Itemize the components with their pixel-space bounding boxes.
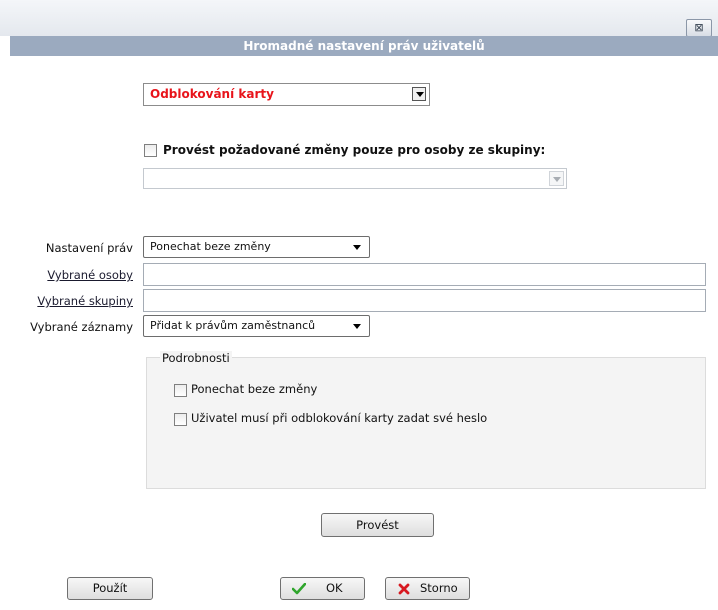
selected-groups-link[interactable]: Vybrané skupiny: [0, 294, 133, 308]
chevron-down-icon[interactable]: [412, 87, 426, 101]
records-select[interactable]: Přidat k právům zaměstnanců: [143, 315, 370, 337]
action-select[interactable]: Odblokování karty: [143, 83, 430, 106]
selected-persons-field[interactable]: [143, 263, 706, 286]
keep-unchanged-label: Ponechat beze změny: [191, 382, 318, 396]
cross-icon: [398, 583, 410, 595]
chevron-down-icon[interactable]: [353, 324, 361, 329]
details-group-title: Podrobnosti: [160, 351, 232, 365]
selected-persons-link[interactable]: Vybrané osoby: [0, 268, 133, 282]
details-group: Podrobnosti Ponechat beze změny Uživatel…: [146, 351, 706, 489]
cancel-button[interactable]: Storno: [385, 577, 470, 600]
records-select-value: Přidat k právům zaměstnanců: [150, 319, 316, 332]
selected-groups-field[interactable]: [143, 289, 706, 312]
ok-button[interactable]: OK: [280, 577, 365, 600]
window-header-strip: [0, 0, 718, 36]
apply-button[interactable]: Použít: [67, 577, 153, 600]
apply-button-label: Použít: [92, 581, 128, 595]
ok-button-label: OK: [326, 581, 343, 595]
execute-button[interactable]: Provést: [321, 513, 434, 537]
action-select-value: Odblokování karty: [150, 87, 274, 101]
group-restriction-label: Provést požadované změny pouze pro osoby…: [163, 143, 546, 157]
group-select[interactable]: [143, 168, 567, 189]
chevron-down-icon[interactable]: [353, 245, 361, 250]
close-icon: ⊠: [694, 21, 704, 34]
require-password-label: Uživatel musí při odblokování karty zada…: [191, 411, 488, 425]
selected-records-label: Vybrané záznamy: [30, 320, 133, 334]
cancel-button-label: Storno: [420, 581, 458, 595]
require-password-checkbox[interactable]: [174, 413, 187, 426]
execute-button-label: Provést: [356, 518, 399, 532]
rights-select[interactable]: Ponechat beze změny: [143, 236, 370, 258]
group-restriction-checkbox[interactable]: [144, 144, 157, 157]
chevron-down-icon[interactable]: [549, 171, 564, 186]
dialog-title: Hromadné nastavení práv uživatelů: [10, 36, 718, 56]
close-button[interactable]: ⊠: [686, 19, 712, 37]
rights-label: Nastavení práv: [45, 241, 133, 255]
checkmark-icon: [292, 583, 306, 595]
keep-unchanged-checkbox[interactable]: [174, 384, 187, 397]
rights-select-value: Ponechat beze změny: [150, 240, 271, 253]
